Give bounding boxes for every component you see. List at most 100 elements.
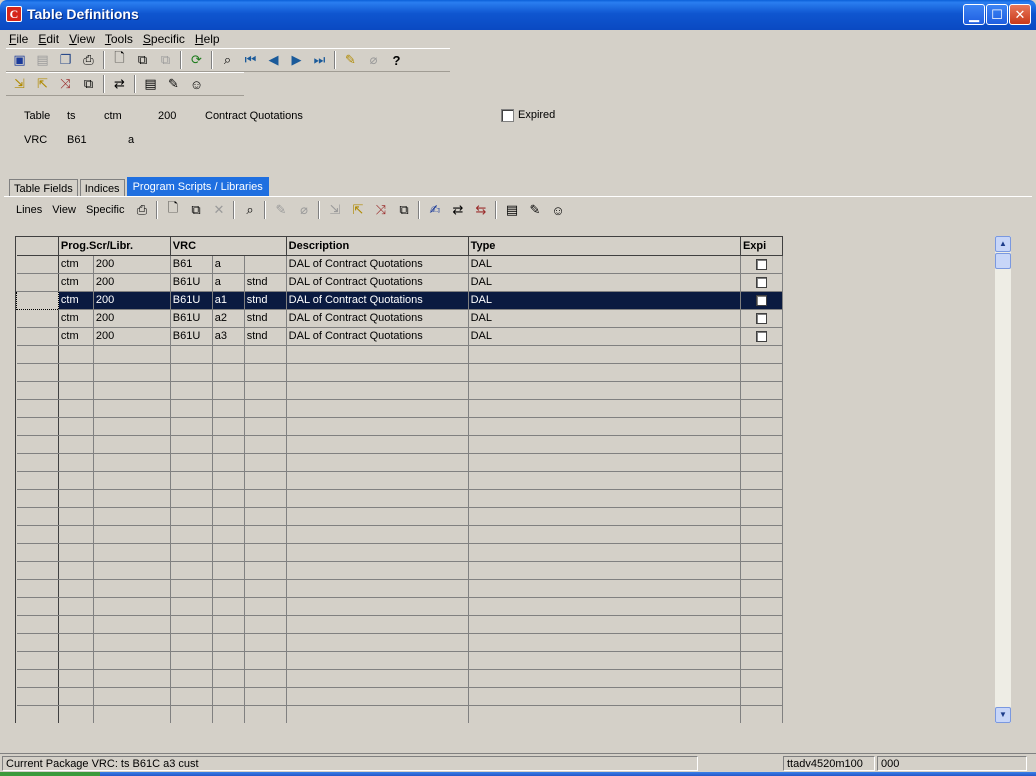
empty-row[interactable] (16, 507, 783, 526)
empty-cell[interactable] (244, 579, 287, 598)
edit-script-button[interactable]: ✍ (423, 200, 446, 220)
start-button[interactable] (0, 772, 100, 776)
delete-line-button[interactable]: ✕ (207, 200, 230, 220)
empty-cell[interactable] (468, 435, 741, 454)
print-button[interactable]: ⎙ (77, 50, 100, 70)
cell-type[interactable]: DAL (468, 309, 741, 328)
empty-cell[interactable] (93, 381, 171, 400)
row-header[interactable] (16, 507, 59, 526)
cell-vrc[interactable]: B61 (170, 255, 213, 274)
empty-cell[interactable] (468, 471, 741, 490)
cell-num[interactable]: 200 (93, 291, 171, 310)
empty-cell[interactable] (58, 597, 94, 616)
col-header-vrc[interactable]: VRC (170, 237, 287, 256)
empty-cell[interactable] (740, 417, 783, 436)
row-header[interactable] (16, 597, 59, 616)
empty-cell[interactable] (93, 435, 171, 454)
empty-cell[interactable] (212, 381, 245, 400)
cell-cust[interactable]: stnd (244, 309, 287, 328)
save-button[interactable]: ▣ (8, 50, 31, 70)
empty-row[interactable] (16, 381, 783, 400)
empty-cell[interactable] (170, 399, 213, 418)
empty-cell[interactable] (212, 633, 245, 652)
empty-row[interactable] (16, 489, 783, 508)
empty-cell[interactable] (244, 399, 287, 418)
empty-cell[interactable] (468, 381, 741, 400)
row-header[interactable] (16, 705, 59, 723)
empty-cell[interactable] (286, 435, 469, 454)
empty-cell[interactable] (212, 363, 245, 382)
empty-cell[interactable] (740, 543, 783, 562)
row-header[interactable] (16, 255, 59, 274)
empty-cell[interactable] (93, 687, 171, 706)
empty-cell[interactable] (58, 525, 94, 544)
vertical-scrollbar[interactable]: ▲ ▼ (995, 236, 1011, 723)
edit-line-button[interactable]: ✎ (269, 200, 292, 220)
empty-row[interactable] (16, 687, 783, 706)
cell-desc[interactable]: DAL of Contract Quotations (286, 291, 469, 310)
cell-vrc[interactable]: B61U (170, 273, 213, 292)
row-header[interactable] (16, 561, 59, 580)
empty-cell[interactable] (244, 435, 287, 454)
empty-cell[interactable] (286, 399, 469, 418)
empty-cell[interactable] (58, 615, 94, 634)
empty-cell[interactable] (286, 525, 469, 544)
vrc-list-button[interactable]: ▤ (139, 74, 162, 94)
empty-cell[interactable] (740, 453, 783, 472)
empty-row[interactable] (16, 399, 783, 418)
cell-mod[interactable]: ctm (58, 255, 94, 274)
cell-type[interactable]: DAL (468, 273, 741, 292)
empty-cell[interactable] (212, 615, 245, 634)
empty-cell[interactable] (170, 417, 213, 436)
empty-cell[interactable] (58, 435, 94, 454)
empty-cell[interactable] (93, 417, 171, 436)
empty-cell[interactable] (244, 453, 287, 472)
vrc-version-field[interactable]: B61 (67, 134, 87, 146)
empty-row[interactable] (16, 669, 783, 688)
empty-cell[interactable] (286, 651, 469, 670)
empty-cell[interactable] (244, 525, 287, 544)
empty-cell[interactable] (212, 651, 245, 670)
last-record-button[interactable]: ⏭ (308, 50, 331, 70)
export-line-button[interactable]: ⇱ (346, 200, 369, 220)
empty-cell[interactable] (740, 633, 783, 652)
vrc-release-field[interactable]: a (128, 134, 134, 146)
empty-cell[interactable] (244, 705, 287, 723)
table-row[interactable]: ctm 200 B61U a stnd DAL of Contract Quotation… (16, 273, 783, 292)
cell-vrc[interactable]: B61U (170, 309, 213, 328)
empty-cell[interactable] (212, 525, 245, 544)
empty-cell[interactable] (244, 363, 287, 382)
view-menu[interactable]: View (52, 204, 76, 216)
empty-cell[interactable] (93, 489, 171, 508)
empty-cell[interactable] (93, 561, 171, 580)
empty-cell[interactable] (740, 435, 783, 454)
empty-cell[interactable] (93, 615, 171, 634)
row-header[interactable] (16, 525, 59, 544)
cell-num[interactable]: 200 (93, 309, 171, 328)
vrc-user-button[interactable]: ☺ (185, 74, 208, 94)
empty-cell[interactable] (468, 363, 741, 382)
empty-cell[interactable] (93, 543, 171, 562)
empty-cell[interactable] (58, 543, 94, 562)
empty-cell[interactable] (468, 633, 741, 652)
copy-line-button[interactable]: ⧉ (392, 200, 415, 220)
empty-cell[interactable] (212, 705, 245, 723)
cell-rel[interactable]: a1 (212, 291, 245, 310)
empty-cell[interactable] (58, 417, 94, 436)
empty-cell[interactable] (740, 705, 783, 723)
empty-row[interactable] (16, 651, 783, 670)
empty-cell[interactable] (468, 687, 741, 706)
empty-cell[interactable] (93, 399, 171, 418)
empty-cell[interactable] (58, 651, 94, 670)
row-header[interactable] (16, 489, 59, 508)
empty-cell[interactable] (740, 345, 783, 364)
refresh-button[interactable]: ⟳ (185, 50, 208, 70)
compile-line-button[interactable]: ⇆ (469, 200, 492, 220)
empty-row[interactable] (16, 579, 783, 598)
empty-cell[interactable] (468, 417, 741, 436)
row-header[interactable] (16, 327, 59, 346)
empty-cell[interactable] (244, 543, 287, 562)
row-header[interactable] (16, 471, 59, 490)
vrc-edit-button[interactable]: ✎ (162, 74, 185, 94)
import-button[interactable]: ⇲ (8, 74, 31, 94)
